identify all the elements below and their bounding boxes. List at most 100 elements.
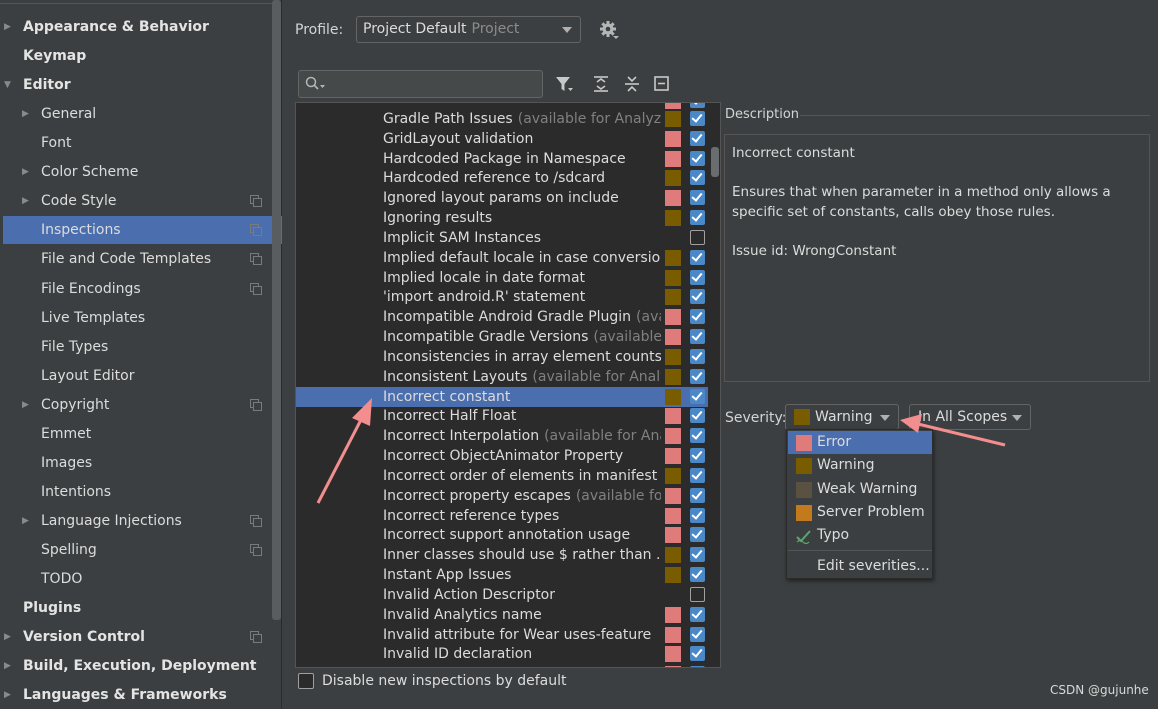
inspection-checkbox[interactable]: [690, 289, 705, 304]
inspection-checkbox[interactable]: [690, 170, 705, 185]
inspection-checkbox[interactable]: [690, 309, 705, 324]
sidebar-item-intentions[interactable]: Intentions: [0, 478, 270, 506]
sidebar-item-images[interactable]: Images: [0, 449, 270, 477]
inspection-row[interactable]: Incorrect Half Float: [296, 406, 708, 426]
collapsed-arrow-icon[interactable]: ▶: [4, 652, 16, 680]
edit-severities-menu-item[interactable]: Edit severities...: [788, 555, 932, 578]
inspection-checkbox[interactable]: [690, 547, 705, 562]
sidebar-item-appearance-behavior[interactable]: ▶ Appearance & Behavior: [0, 13, 270, 41]
collapsed-arrow-icon[interactable]: ▶: [22, 507, 34, 535]
sidebar-item-editor[interactable]: ▼ Editor: [0, 71, 270, 99]
inspection-row[interactable]: Incompatible Gradle Versions(available f: [296, 327, 708, 347]
sidebar-item-font[interactable]: Font: [0, 129, 270, 157]
sidebar-item-languages-frameworks[interactable]: ▶ Languages & Frameworks: [0, 681, 270, 709]
inspection-checkbox[interactable]: [690, 428, 705, 443]
inspection-checkbox[interactable]: [690, 210, 705, 225]
inspection-checkbox[interactable]: [690, 151, 705, 166]
inspection-row[interactable]: Invalid ID declaration: [296, 644, 708, 664]
inspection-checkbox[interactable]: [690, 349, 705, 364]
inspection-checkbox[interactable]: [690, 111, 705, 126]
inspection-row[interactable]: Invalid Analytics name: [296, 605, 708, 625]
inspection-row[interactable]: Instant App Issues: [296, 565, 708, 585]
inspection-row[interactable]: Incorrect Interpolation (available for An…: [296, 426, 708, 446]
inspection-checkbox[interactable]: [690, 567, 705, 582]
inspection-checkbox[interactable]: [690, 468, 705, 483]
inspection-row[interactable]: GridLayout validation: [296, 129, 708, 149]
inspection-row[interactable]: Implied default locale in case conversio…: [296, 248, 708, 268]
disable-new-inspections-checkbox[interactable]: [298, 673, 314, 689]
inspection-row[interactable]: Ignoring results: [296, 208, 708, 228]
sidebar-item-live-templates[interactable]: Live Templates: [0, 304, 270, 332]
inspection-row[interactable]: Implied locale in date format: [296, 268, 708, 288]
inspection-row[interactable]: Incorrect reference types: [296, 506, 708, 526]
sidebar-item-plugins[interactable]: Plugins: [0, 594, 270, 622]
scrollbar-thumb[interactable]: [711, 147, 719, 177]
inspection-checkbox[interactable]: [690, 646, 705, 661]
filter-icon[interactable]: [554, 74, 574, 94]
collapse-all-icon[interactable]: [622, 74, 642, 94]
severity-option-error[interactable]: Error: [788, 431, 932, 454]
inspection-checkbox[interactable]: [690, 408, 705, 423]
inspection-checkbox[interactable]: [690, 607, 705, 622]
inspection-row[interactable]: Invalid Action Descriptor: [296, 585, 708, 605]
inspection-checkbox[interactable]: [690, 627, 705, 642]
sidebar-item-color-scheme[interactable]: ▶ Color Scheme: [0, 158, 270, 186]
inspection-row[interactable]: Incorrect property escapes (available for: [296, 486, 708, 506]
severity-option-typo[interactable]: Typo: [788, 524, 932, 547]
inspection-checkbox[interactable]: [690, 230, 705, 245]
inspection-row[interactable]: Gradle Path Issues (available for Analyze…: [296, 109, 708, 129]
inspection-checkbox[interactable]: [690, 369, 705, 384]
severity-option-weak-warning[interactable]: Weak Warning: [788, 478, 932, 501]
profile-dropdown[interactable]: Project Default Project: [356, 16, 581, 43]
sidebar-item-file-and-code-templates[interactable]: File and Code Templates: [0, 245, 270, 273]
inspection-list-scrollbar[interactable]: [710, 103, 720, 667]
collapsed-arrow-icon[interactable]: ▶: [22, 391, 34, 419]
inspection-row[interactable]: Implicit SAM Instances: [296, 228, 708, 248]
sidebar-item-layout-editor[interactable]: Layout Editor: [0, 362, 270, 390]
inspection-row[interactable]: Hardcoded reference to /sdcard: [296, 168, 708, 188]
inspection-row[interactable]: Inconsistent Layouts(available for Analy…: [296, 367, 708, 387]
reset-to-default-icon[interactable]: [652, 74, 672, 94]
inspection-row[interactable]: Incorrect constant: [296, 387, 708, 407]
inspection-search-input[interactable]: [298, 70, 543, 98]
collapsed-arrow-icon[interactable]: ▶: [22, 158, 34, 186]
sidebar-item-copyright[interactable]: ▶ Copyright: [0, 391, 270, 419]
sidebar-item-inspections[interactable]: Inspections: [3, 216, 282, 244]
inspection-checkbox[interactable]: [690, 448, 705, 463]
inspection-checkbox[interactable]: [690, 329, 705, 344]
inspection-row[interactable]: Invalid attribute for Wear uses-feature: [296, 625, 708, 645]
inspection-checkbox[interactable]: [690, 587, 705, 602]
inspection-row[interactable]: Incorrect ObjectAnimator Property: [296, 446, 708, 466]
inspection-checkbox[interactable]: [690, 131, 705, 146]
scope-dropdown[interactable]: In All Scopes: [909, 404, 1031, 430]
sidebar-item-keymap[interactable]: Keymap: [0, 42, 270, 70]
inspection-checkbox[interactable]: [690, 508, 705, 523]
inspection-checkbox[interactable]: [690, 190, 705, 205]
collapsed-arrow-icon[interactable]: ▶: [22, 100, 34, 128]
sidebar-item-todo[interactable]: TODO: [0, 565, 270, 593]
inspection-row[interactable]: Inner classes should use $ rather than .: [296, 545, 708, 565]
sidebar-item-spelling[interactable]: Spelling: [0, 536, 270, 564]
inspection-checkbox[interactable]: [690, 389, 705, 404]
sidebar-item-build-execution-deployment[interactable]: ▶ Build, Execution, Deployment: [0, 652, 270, 680]
inspection-row[interactable]: Inconsistencies in array element counts: [296, 347, 708, 367]
collapsed-arrow-icon[interactable]: ▶: [4, 681, 16, 709]
sidebar-item-file-types[interactable]: File Types: [0, 333, 270, 361]
collapsed-arrow-icon[interactable]: ▶: [22, 187, 34, 215]
sidebar-item-version-control[interactable]: ▶ Version Control: [0, 623, 270, 651]
sidebar-item-code-style[interactable]: ▶ Code Style: [0, 187, 270, 215]
severity-option-warning[interactable]: Warning: [788, 454, 932, 477]
inspection-checkbox[interactable]: [690, 250, 705, 265]
inspection-row[interactable]: 'import android.R' statement: [296, 287, 708, 307]
gear-icon[interactable]: [598, 19, 620, 41]
inspection-row[interactable]: [296, 664, 708, 667]
expand-all-icon[interactable]: [591, 74, 611, 94]
sidebar-item-language-injections[interactable]: ▶ Language Injections: [0, 507, 270, 535]
sidebar-item-general[interactable]: ▶ General: [0, 100, 270, 128]
inspection-checkbox[interactable]: [690, 270, 705, 285]
sidebar-scrollbar[interactable]: [272, 0, 281, 620]
inspection-row[interactable]: Incorrect support annotation usage: [296, 525, 708, 545]
inspection-checkbox[interactable]: [690, 103, 705, 108]
sidebar-item-file-encodings[interactable]: File Encodings: [0, 275, 270, 303]
inspection-checkbox[interactable]: [690, 488, 705, 503]
